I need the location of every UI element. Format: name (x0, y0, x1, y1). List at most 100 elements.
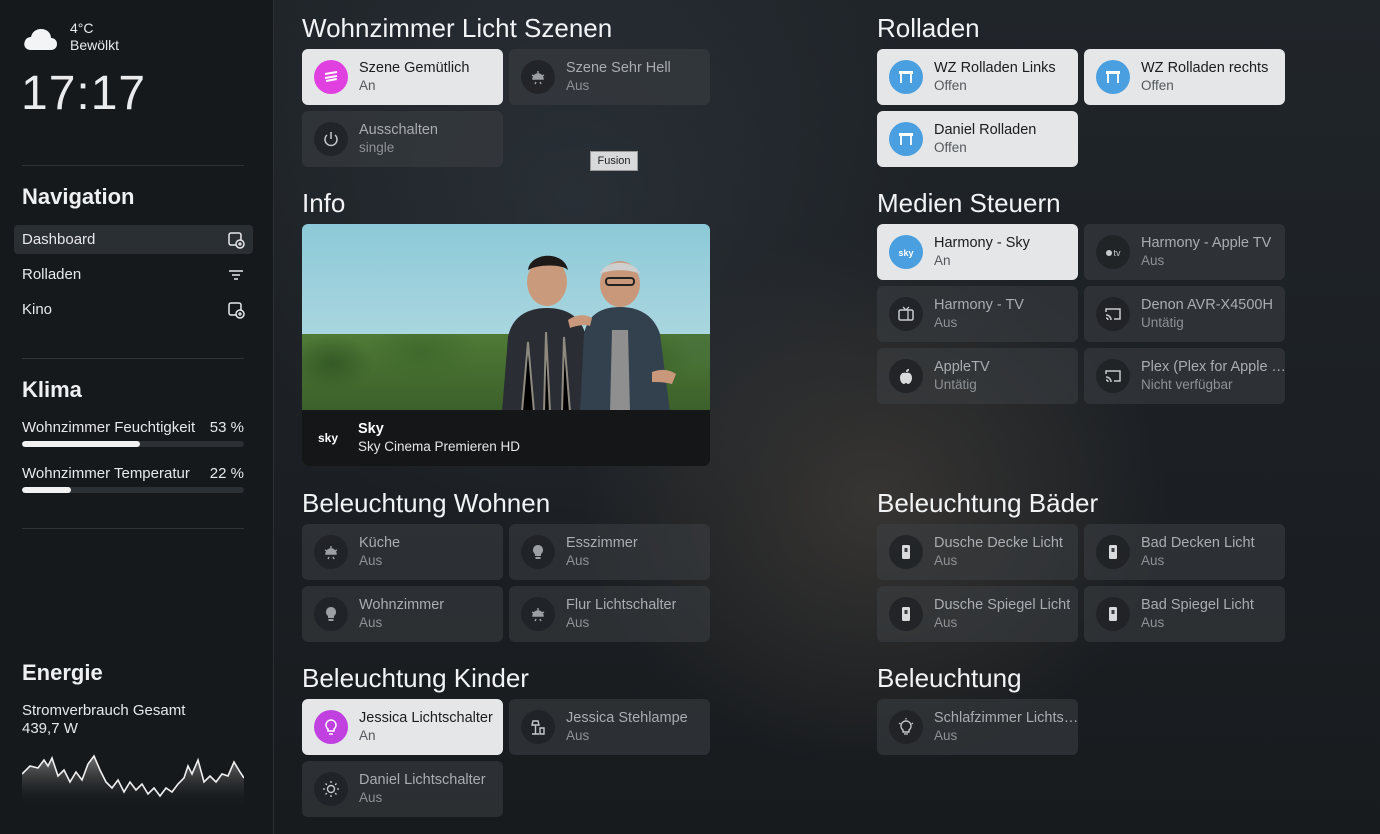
tile-daniel-rolladen[interactable]: Daniel Rolladen Offen (877, 111, 1078, 167)
ceiling-light-icon (314, 535, 348, 569)
nav-item-kino[interactable]: Kino (14, 295, 253, 324)
energy-label: Stromverbrauch Gesamt (22, 702, 186, 719)
tile-ausschalten[interactable]: Ausschalten single (302, 111, 503, 167)
sidebar: 4°C Bewölkt 17:17 Navigation Dashboard R… (0, 0, 274, 834)
tile-dusche-spiegel-licht[interactable]: Dusche Spiegel Licht Aus (877, 586, 1078, 642)
tile-bad-spiegel-licht[interactable]: Bad Spiegel Licht Aus (1084, 586, 1285, 642)
tile-name: Jessica Stehlampe (566, 710, 688, 726)
tile-name: Schlafzimmer Lichtschalter (934, 710, 1084, 726)
bulb-icon (314, 597, 348, 631)
tile-state: An (359, 78, 376, 93)
energy-card[interactable]: Stromverbrauch Gesamt 439,7 W (22, 702, 185, 738)
tile-harmony-tv[interactable]: Harmony - TV Aus (877, 286, 1078, 342)
media-artwork (502, 255, 676, 412)
cast-icon (1096, 297, 1130, 331)
tile-name: Dusche Spiegel Licht (934, 597, 1071, 613)
media-player-card[interactable]: sky Sky Sky Cinema Premieren HD (302, 224, 710, 466)
sky-icon: sky (889, 235, 923, 269)
tile-denon-avr[interactable]: Denon AVR-X4500H Untätig (1084, 286, 1285, 342)
tile-name: Harmony - Apple TV (1141, 235, 1272, 251)
tile-name: Jessica Lichtschalter (359, 710, 493, 726)
energy-value: 439,7 W (22, 720, 78, 737)
tile-state: Aus (359, 615, 383, 630)
dashboard-add-icon (228, 301, 245, 319)
tile-harmony-apple-tv[interactable]: tv Harmony - Apple TV Aus (1084, 224, 1285, 280)
tile-name: Denon AVR-X4500H (1141, 297, 1273, 313)
humidity-bar (22, 441, 244, 447)
clock: 17:17 (21, 67, 147, 120)
tile-harmony-sky[interactable]: sky Harmony - Sky An (877, 224, 1078, 280)
tile-bad-decken-licht[interactable]: Bad Decken Licht Aus (1084, 524, 1285, 580)
tile-esszimmer[interactable]: Esszimmer Aus (509, 524, 710, 580)
section-title-rolladen: Rolladen (877, 13, 980, 43)
ceiling-light-icon (521, 60, 555, 94)
klima-value: 53 % (209, 419, 244, 436)
temperature-bar (22, 487, 244, 493)
tile-state: Aus (566, 728, 590, 743)
tile-name: Dusche Decke Licht (934, 535, 1063, 551)
tile-name: Bad Spiegel Licht (1141, 597, 1254, 613)
tile-state: Aus (934, 553, 958, 568)
weather-widget[interactable]: 4°C Bewölkt (22, 20, 119, 54)
klima-label: Wohnzimmer Feuchtigkeit (22, 419, 196, 436)
media-info-bar: sky Sky Sky Cinema Premieren HD (302, 410, 710, 466)
tile-state: Aus (1141, 253, 1165, 268)
tv-icon (889, 297, 923, 331)
tile-jessica-lichtschalter[interactable]: Jessica Lichtschalter An (302, 699, 503, 755)
tile-state: Aus (566, 553, 590, 568)
tile-schlafzimmer-lichtschalter[interactable]: Schlafzimmer Lichtschalter Aus (877, 699, 1084, 755)
nav-item-label: Rolladen (22, 266, 82, 283)
nav-item-dashboard[interactable]: Dashboard (14, 225, 253, 254)
tile-name: WZ Rolladen rechts (1141, 60, 1269, 76)
tile-daniel-lichtschalter[interactable]: Daniel Lichtschalter Aus (302, 761, 503, 817)
tile-szene-sehr-hell[interactable]: Szene Sehr Hell Aus (509, 49, 710, 105)
tile-flur-lichtschalter[interactable]: Flur Lichtschalter Aus (509, 586, 710, 642)
dashboard-add-icon (228, 231, 245, 249)
tile-kueche[interactable]: Küche Aus (302, 524, 503, 580)
tile-jessica-stehlampe[interactable]: Jessica Stehlampe Aus (509, 699, 710, 755)
weather-condition: Bewölkt (70, 37, 120, 53)
tile-state: An (934, 253, 951, 268)
tile-state: Aus (1141, 615, 1165, 630)
tile-dusche-decke-licht[interactable]: Dusche Decke Licht Aus (877, 524, 1078, 580)
tile-name: Bad Decken Licht (1141, 535, 1255, 551)
cast-icon (1096, 359, 1130, 393)
tile-plex[interactable]: Plex (Plex for Apple TV) Nicht verfügbar (1084, 348, 1291, 404)
tile-name: Szene Gemütlich (359, 60, 470, 76)
switch-icon (1096, 597, 1130, 631)
tile-state: Aus (934, 315, 958, 330)
section-title-beleuchtung: Beleuchtung (877, 663, 1022, 693)
tile-wz-rolladen-links[interactable]: WZ Rolladen Links Offen (877, 49, 1078, 105)
switch-icon (889, 597, 923, 631)
tile-name: WZ Rolladen Links (934, 60, 1056, 76)
klima-temperature-row[interactable]: Wohnzimmer Temperatur 22 % (22, 465, 244, 482)
tile-state: Untätig (934, 377, 977, 392)
klima-value: 22 % (209, 465, 244, 482)
tile-state: Offen (1141, 78, 1174, 93)
tile-state: Nicht verfügbar (1141, 377, 1233, 392)
tile-szene-gemuetlich[interactable]: Szene Gemütlich An (302, 49, 503, 105)
tile-wohnzimmer[interactable]: Wohnzimmer Aus (302, 586, 503, 642)
nav-item-rolladen[interactable]: Rolladen (14, 260, 253, 289)
section-title-beleuchtung-wohnen: Beleuchtung Wohnen (302, 488, 551, 518)
tile-state: Offen (934, 78, 967, 93)
channel-logo: sky (318, 431, 339, 445)
humidity-bar-fill (22, 441, 140, 447)
media-title: Sky (358, 421, 384, 437)
tile-state: Aus (1141, 553, 1165, 568)
tile-state: Aus (359, 790, 383, 805)
tile-wz-rolladen-rechts[interactable]: WZ Rolladen rechts Offen (1084, 49, 1285, 105)
tile-appletv[interactable]: AppleTV Untätig (877, 348, 1078, 404)
switch-icon (889, 535, 923, 569)
tile-state: An (359, 728, 376, 743)
section-title-licht-szenen: Wohnzimmer Licht Szenen (302, 13, 613, 43)
klima-humidity-row[interactable]: Wohnzimmer Feuchtigkeit 53 % (22, 419, 244, 436)
blinds-open-icon (1096, 60, 1130, 94)
divider (22, 165, 244, 166)
energy-sparkline (22, 754, 244, 808)
tile-name: Plex (Plex for Apple TV) (1141, 359, 1291, 375)
tile-state: Aus (566, 78, 590, 93)
nav-item-label: Kino (22, 301, 53, 318)
tile-name: Daniel Lichtschalter (359, 772, 486, 788)
media-subtitle: Sky Cinema Premieren HD (358, 439, 521, 454)
